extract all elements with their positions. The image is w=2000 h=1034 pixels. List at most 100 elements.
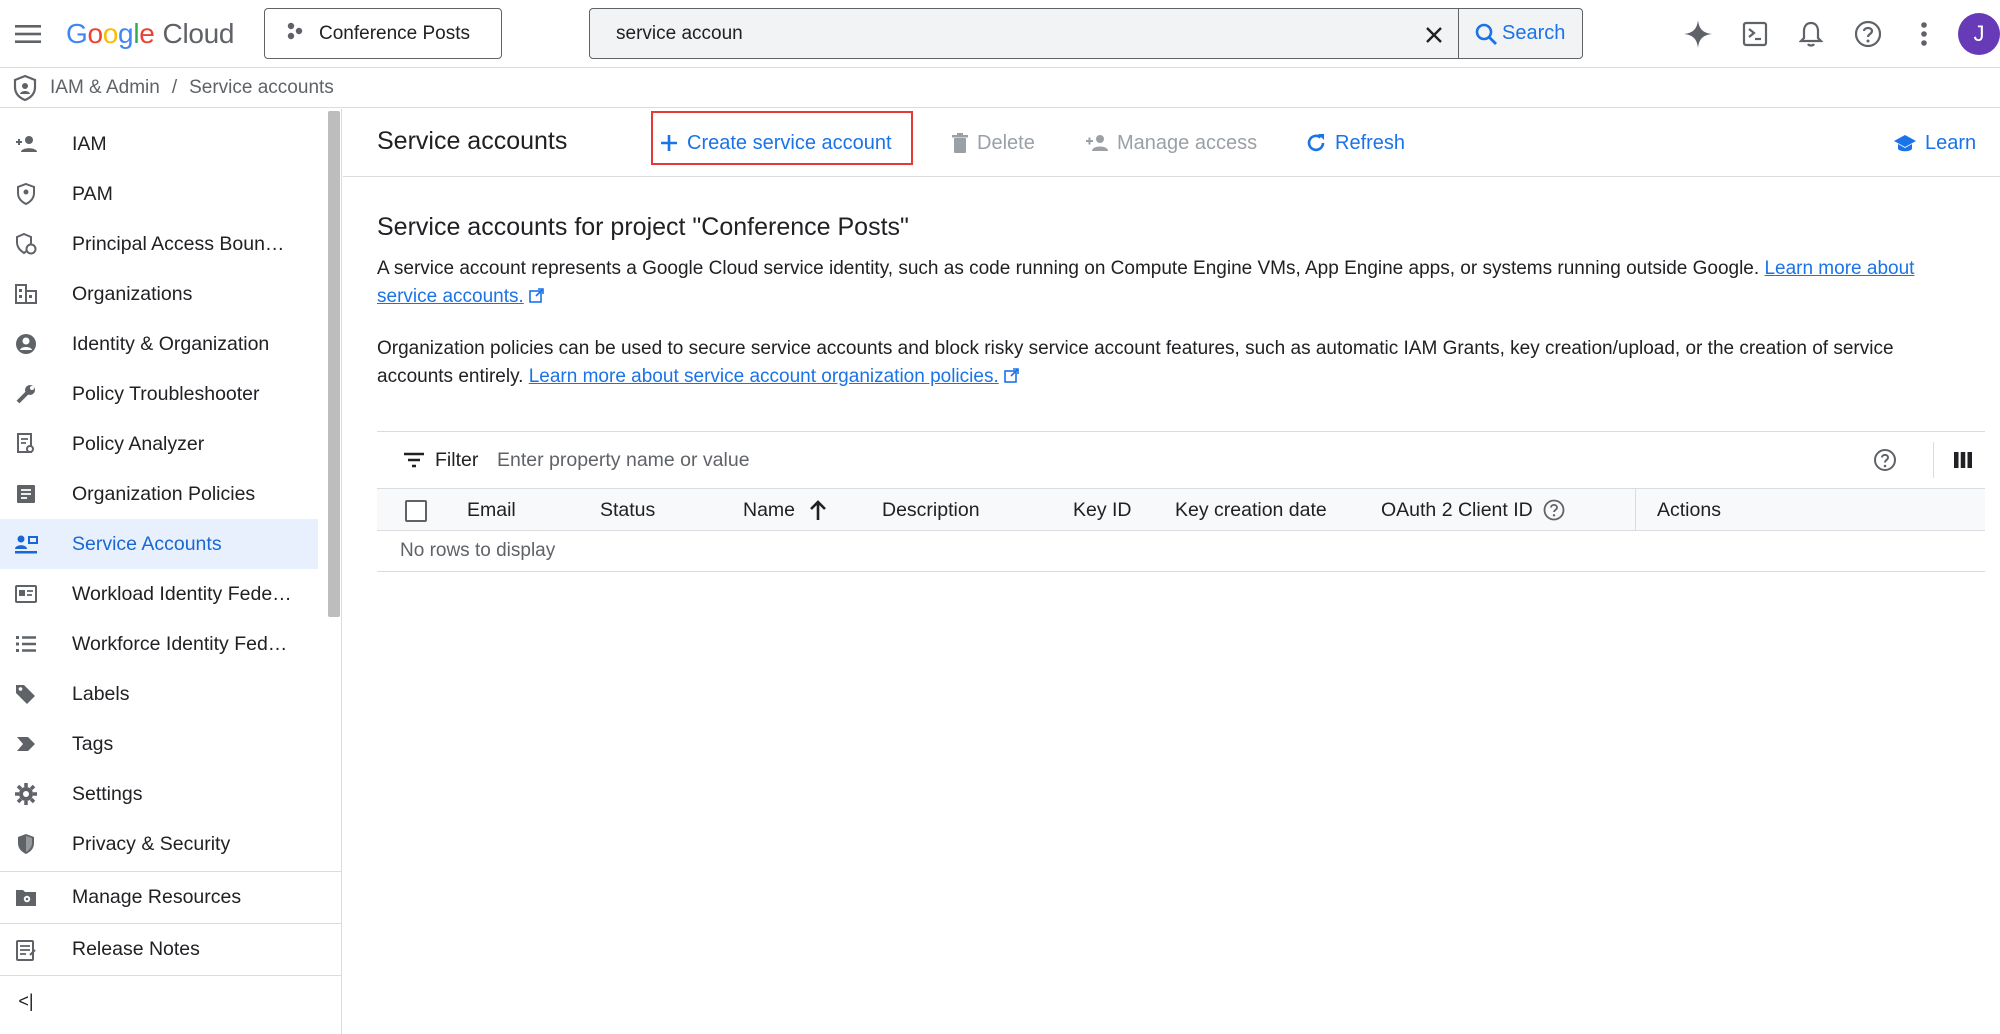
- tag-icon: [14, 682, 38, 706]
- gear-icon: [14, 782, 38, 806]
- column-header-oauth-client-id[interactable]: OAuth 2 Client ID: [1381, 489, 1565, 531]
- document-search-icon: [14, 432, 38, 456]
- learn-more-org-policies-link[interactable]: Learn more about service account organiz…: [529, 366, 999, 387]
- gemini-sparkle-icon[interactable]: [1678, 14, 1718, 54]
- list-doc-icon: [14, 482, 38, 506]
- sort-ascending-icon: [809, 499, 827, 521]
- sidebar-item-workforce-identity-federation[interactable]: Workforce Identity Fed…: [0, 619, 318, 669]
- main-content: Service accounts Create service account …: [343, 109, 2000, 1034]
- external-link-icon: [528, 285, 544, 313]
- search-input[interactable]: [590, 9, 1410, 58]
- search-divider: [1458, 9, 1459, 58]
- id-card-icon: [14, 582, 38, 606]
- refresh-icon: [1305, 132, 1327, 154]
- person-add-icon: [14, 132, 38, 156]
- filter-input[interactable]: [497, 442, 1747, 478]
- search-button[interactable]: Search: [1460, 9, 1582, 58]
- select-all-checkbox[interactable]: [405, 500, 427, 522]
- search-icon: [1475, 23, 1497, 45]
- learn-button[interactable]: Learn: [1893, 109, 1976, 177]
- notifications-bell-icon[interactable]: [1791, 14, 1831, 54]
- list-icon: [14, 632, 38, 656]
- sidebar: IAM PAM Principal Access Boun… Organizat…: [0, 109, 342, 1034]
- create-service-account-button[interactable]: Create service account: [659, 109, 892, 177]
- column-header-status[interactable]: Status: [600, 489, 655, 531]
- plus-icon: [659, 133, 679, 153]
- shield-person-icon: [14, 182, 38, 206]
- main-menu-icon[interactable]: [8, 14, 48, 54]
- delete-button[interactable]: Delete: [951, 109, 1035, 177]
- sidebar-scrollbar[interactable]: [328, 111, 340, 617]
- sidebar-item-tags[interactable]: Tags: [0, 719, 318, 769]
- sidebar-item-iam[interactable]: IAM: [0, 119, 318, 169]
- column-display-options-icon[interactable]: [1943, 440, 1983, 480]
- cloud-shell-icon[interactable]: [1735, 14, 1775, 54]
- table-header: Email Status Name Description Key ID Key…: [377, 489, 1985, 531]
- project-icon: [285, 21, 305, 47]
- release-notes-icon: [14, 938, 38, 962]
- sidebar-item-policy-troubleshooter[interactable]: Policy Troubleshooter: [0, 369, 318, 419]
- section-heading: Service accounts for project "Conference…: [377, 213, 909, 241]
- building-icon: [14, 282, 38, 306]
- collapse-left-icon: <|: [18, 991, 34, 1011]
- help-icon[interactable]: [1865, 440, 1905, 480]
- refresh-button[interactable]: Refresh: [1305, 109, 1405, 177]
- sidebar-item-manage-resources[interactable]: Manage Resources: [0, 871, 341, 923]
- service-account-icon: [14, 532, 38, 556]
- org-policy-paragraph: Organization policies can be used to sec…: [377, 335, 1967, 393]
- column-divider: [1635, 489, 1636, 531]
- collapse-sidebar-button[interactable]: <|: [0, 975, 341, 1027]
- column-header-key-id[interactable]: Key ID: [1073, 489, 1132, 531]
- breadcrumb-service-accounts[interactable]: Service accounts: [189, 77, 334, 99]
- empty-table-message: No rows to display: [377, 531, 1985, 572]
- trash-icon: [951, 132, 969, 154]
- person-add-icon: [1085, 133, 1109, 153]
- label-arrow-icon: [14, 732, 38, 756]
- external-link-icon: [1003, 365, 1019, 393]
- filter-bar: Filter: [377, 431, 1985, 489]
- sidebar-item-policy-analyzer[interactable]: Policy Analyzer: [0, 419, 318, 469]
- school-icon: [1893, 132, 1917, 154]
- breadcrumb: IAM & Admin / Service accounts: [0, 68, 2000, 108]
- google-cloud-logo[interactable]: Go o g l e Cloud: [66, 14, 235, 54]
- description-paragraph: A service account represents a Google Cl…: [377, 255, 1967, 313]
- shield-refresh-icon: [14, 232, 38, 256]
- breadcrumb-separator: /: [171, 76, 178, 98]
- filter-button[interactable]: Filter: [403, 432, 478, 488]
- column-header-actions: Actions: [1657, 498, 1721, 521]
- folder-gear-icon: [14, 886, 38, 910]
- sidebar-item-principal-access-boundary[interactable]: Principal Access Boun…: [0, 219, 318, 269]
- manage-access-button[interactable]: Manage access: [1085, 109, 1257, 177]
- project-name: Conference Posts: [319, 22, 471, 44]
- sidebar-item-release-notes[interactable]: Release Notes: [0, 923, 341, 975]
- column-header-description[interactable]: Description: [882, 489, 980, 531]
- page-title: Service accounts: [377, 127, 568, 155]
- more-options-icon[interactable]: [1904, 14, 1944, 54]
- column-header-email[interactable]: Email: [467, 489, 516, 531]
- sidebar-item-organization-policies[interactable]: Organization Policies: [0, 469, 318, 519]
- shield-icon: [12, 74, 38, 102]
- project-picker-button[interactable]: Conference Posts: [264, 8, 502, 59]
- breadcrumb-iam-admin[interactable]: IAM & Admin: [50, 77, 160, 99]
- sidebar-item-identity-organization[interactable]: Identity & Organization: [0, 319, 318, 369]
- sidebar-item-service-accounts[interactable]: Service Accounts: [0, 519, 318, 569]
- help-icon[interactable]: [1543, 499, 1565, 521]
- help-icon[interactable]: [1848, 14, 1888, 54]
- sidebar-item-workload-identity-federation[interactable]: Workload Identity Fede…: [0, 569, 318, 619]
- sidebar-item-organizations[interactable]: Organizations: [0, 269, 318, 319]
- top-bar: GoogleCloud Conference Posts Search J: [0, 0, 2000, 68]
- sidebar-nav: IAM PAM Principal Access Boun… Organizat…: [0, 109, 341, 871]
- sidebar-item-privacy-security[interactable]: Privacy & Security: [0, 819, 318, 869]
- filter-divider: [1933, 442, 1934, 478]
- sidebar-item-pam[interactable]: PAM: [0, 169, 318, 219]
- action-bar: Service accounts Create service account …: [343, 109, 2000, 177]
- filter-icon: [403, 452, 425, 468]
- sidebar-item-settings[interactable]: Settings: [0, 769, 318, 819]
- clear-search-icon[interactable]: [1414, 15, 1454, 55]
- account-circle-icon: [14, 332, 38, 356]
- account-avatar[interactable]: J: [1958, 13, 2000, 55]
- search-bar: Search: [589, 8, 1583, 59]
- sidebar-item-labels[interactable]: Labels: [0, 669, 318, 719]
- column-header-name[interactable]: Name: [743, 489, 827, 531]
- column-header-key-creation-date[interactable]: Key creation date: [1175, 489, 1327, 531]
